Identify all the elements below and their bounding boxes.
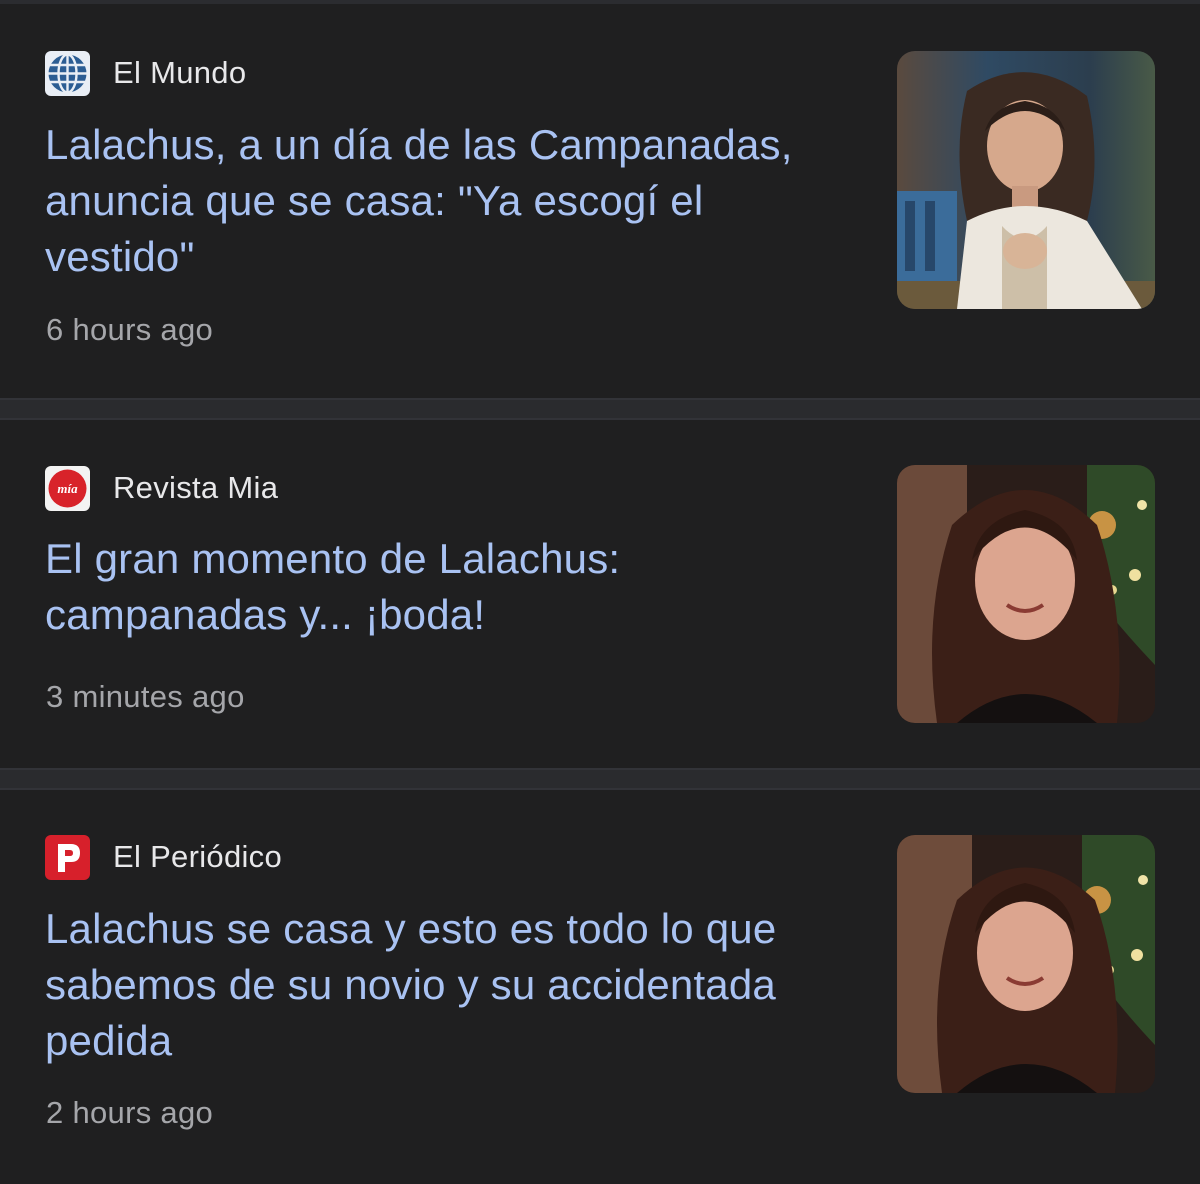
news-card-el-mundo[interactable]: El Mundo Lalachus, a un día de las Campa… — [0, 4, 1200, 398]
timestamp: 2 hours ago — [46, 1095, 214, 1130]
woman-white-blouse-photo — [897, 51, 1155, 309]
revista-mia-logo-icon: mía — [45, 465, 90, 511]
article-thumbnail[interactable] — [897, 51, 1155, 309]
source-row: El Mundo — [45, 50, 246, 96]
svg-text:mía: mía — [57, 481, 78, 496]
source-name: El Mundo — [113, 55, 247, 90]
woman-portrait-christmas-tree-photo — [897, 465, 1155, 723]
timestamp: 3 minutes ago — [46, 679, 245, 714]
woman-portrait-christmas-tree-photo — [897, 835, 1155, 1093]
source-name: Revista Mia — [113, 470, 279, 505]
news-card-el-periodico[interactable]: El Periódico Lalachus se casa y esto es … — [0, 790, 1200, 1184]
news-card-revista-mia[interactable]: mía Revista Mia El gran momento de Lalac… — [0, 420, 1200, 768]
timestamp: 6 hours ago — [46, 312, 214, 347]
el-mundo-globe-icon — [45, 50, 90, 96]
card-separator — [0, 768, 1200, 790]
headline-link[interactable]: Lalachus se casa y esto es todo lo que s… — [45, 901, 845, 1069]
article-thumbnail[interactable] — [897, 465, 1155, 723]
news-feed: El Mundo Lalachus, a un día de las Campa… — [0, 0, 1200, 1184]
source-row: El Periódico — [45, 834, 282, 880]
article-thumbnail[interactable] — [897, 835, 1155, 1093]
el-periodico-p-icon — [45, 834, 90, 880]
headline-link[interactable]: Lalachus, a un día de las Campanadas, an… — [45, 117, 845, 285]
card-separator — [0, 398, 1200, 420]
source-row: mía Revista Mia — [45, 465, 278, 511]
source-name: El Periódico — [113, 839, 283, 874]
headline-link[interactable]: El gran momento de Lalachus: campanadas … — [45, 531, 845, 643]
